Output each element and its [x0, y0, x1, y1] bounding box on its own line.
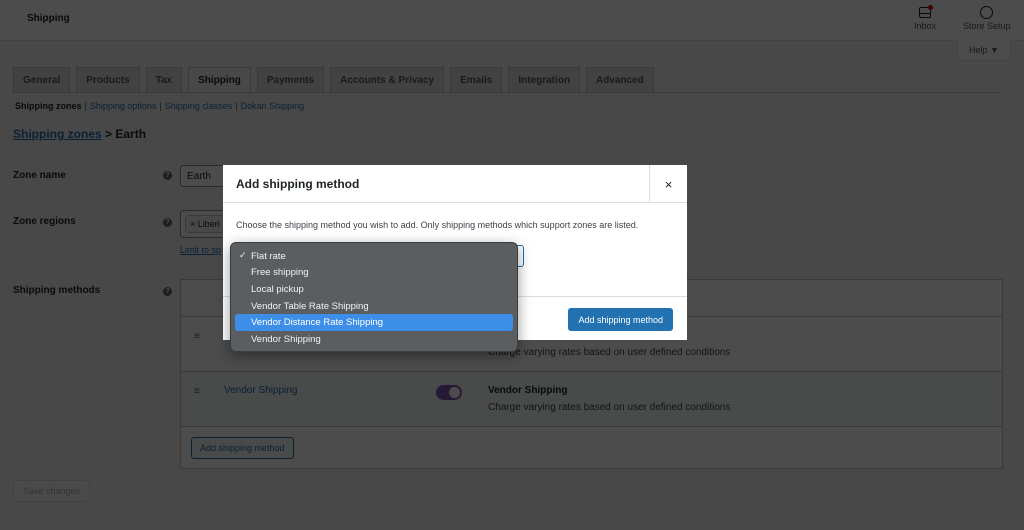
dropdown-option-vendor-table-rate[interactable]: Vendor Table Rate Shipping	[235, 298, 513, 315]
dropdown-option-vendor-distance-rate[interactable]: Vendor Distance Rate Shipping	[235, 314, 513, 331]
close-icon[interactable]: ×	[649, 165, 687, 203]
dropdown-option-local-pickup[interactable]: Local pickup	[235, 281, 513, 298]
modal-description: Choose the shipping method you wish to a…	[236, 220, 639, 230]
shipping-method-dropdown: ✓ Flat rate Free shipping Local pickup V…	[230, 242, 518, 352]
modal-title: Add shipping method	[236, 177, 360, 191]
dropdown-option-free-shipping[interactable]: Free shipping	[235, 265, 513, 282]
dropdown-option-vendor-shipping[interactable]: Vendor Shipping	[235, 331, 513, 348]
modal-header: Add shipping method ×	[223, 165, 687, 203]
modal-add-shipping-method-button[interactable]: Add shipping method	[568, 308, 673, 331]
checkmark-icon: ✓	[239, 250, 247, 260]
dropdown-option-flat-rate[interactable]: ✓ Flat rate	[235, 248, 513, 265]
